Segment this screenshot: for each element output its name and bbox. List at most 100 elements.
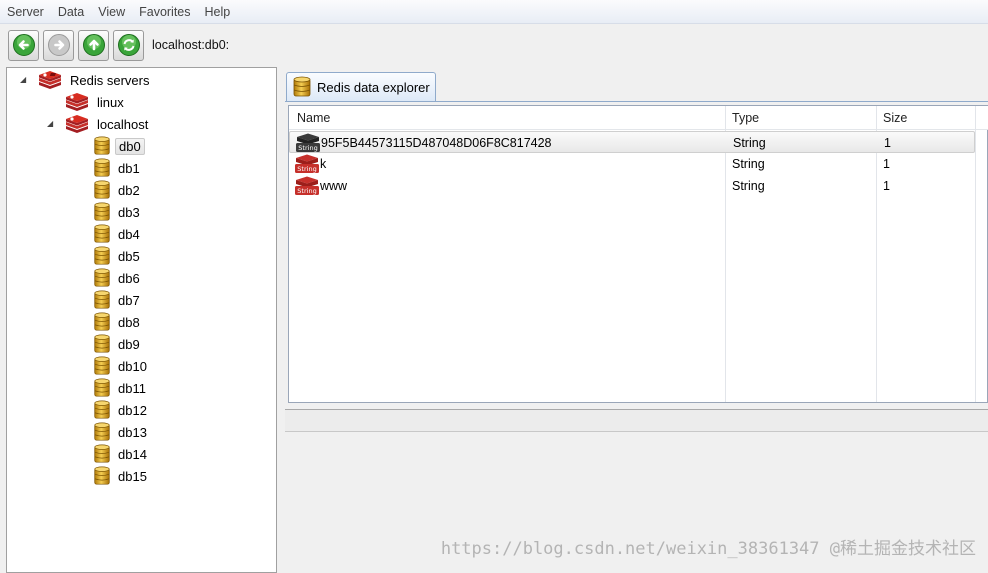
database-icon xyxy=(94,246,110,265)
column-header-name[interactable]: Name xyxy=(291,106,725,130)
tree-node-db10[interactable]: db10 xyxy=(93,355,150,377)
cell-size: 1 xyxy=(883,157,890,171)
database-icon xyxy=(94,180,110,199)
tree-node-localhost[interactable]: localhost xyxy=(64,113,151,135)
cell-size: 1 xyxy=(883,179,890,193)
database-icon xyxy=(94,158,110,177)
tree-label-db: db7 xyxy=(118,292,140,308)
tree-label-db: db11 xyxy=(118,380,146,396)
collapse-arrow-icon[interactable]: ◢ xyxy=(47,120,55,128)
tree-label-db: db4 xyxy=(118,226,140,242)
tree-node-db4[interactable]: db4 xyxy=(93,223,143,245)
tree-node-redis-servers[interactable]: Redis servers xyxy=(37,69,152,91)
back-button[interactable] xyxy=(8,29,39,61)
menu-bar: Server Data View Favorites Help xyxy=(0,0,988,24)
cell-size: 1 xyxy=(884,136,891,150)
refresh-button[interactable] xyxy=(113,29,144,61)
database-icon xyxy=(94,378,110,397)
tree-node-db7[interactable]: db7 xyxy=(93,289,143,311)
tree-label-db: db9 xyxy=(118,336,140,352)
tree-node-db13[interactable]: db13 xyxy=(93,421,150,443)
database-icon xyxy=(94,422,110,441)
tree-node-db3[interactable]: db3 xyxy=(93,201,143,223)
tree-node-db9[interactable]: db9 xyxy=(93,333,143,355)
tab-content: Name Type Size String 95F5B44573115D48704… xyxy=(285,101,988,405)
cell-type: String xyxy=(732,179,765,193)
arrow-right-icon xyxy=(47,34,70,56)
tree-label-db: db10 xyxy=(118,358,147,374)
tree-label-db: db8 xyxy=(118,314,140,330)
database-icon xyxy=(94,290,110,309)
tree-node-db11[interactable]: db11 xyxy=(93,377,149,399)
tree-node-db8[interactable]: db8 xyxy=(93,311,143,333)
table-row[interactable]: String www String 1 xyxy=(289,175,975,197)
collapse-arrow-icon[interactable]: ◢ xyxy=(20,76,28,84)
menu-data[interactable]: Data xyxy=(51,0,91,24)
tree-node-db15[interactable]: db15 xyxy=(93,465,150,487)
string-key-dark-icon: String xyxy=(296,133,320,152)
table-header: Name Type Size xyxy=(289,106,988,130)
tree-label-linux: linux xyxy=(97,94,124,110)
tree-node-db0[interactable]: db0 xyxy=(93,135,145,157)
tree-node-db2[interactable]: db2 xyxy=(93,179,143,201)
database-icon xyxy=(293,76,311,97)
tree-node-db12[interactable]: db12 xyxy=(93,399,150,421)
string-key-red-icon: String xyxy=(295,154,319,173)
tab-label: Redis data explorer xyxy=(317,79,430,95)
up-button[interactable] xyxy=(78,29,109,61)
redis-logo-icon xyxy=(39,71,61,89)
tree-label-db: db14 xyxy=(118,446,147,462)
tree-label-db: db13 xyxy=(118,424,147,440)
forward-button[interactable] xyxy=(43,29,74,61)
keys-table[interactable]: Name Type Size String 95F5B44573115D48704… xyxy=(288,105,988,403)
tab-redis-data-explorer[interactable]: Redis data explorer xyxy=(286,72,436,101)
database-icon xyxy=(94,268,110,287)
column-divider xyxy=(975,106,976,402)
redis-logo-icon xyxy=(66,93,88,111)
address-path: localhost:db0: xyxy=(152,38,230,52)
redis-logo-icon xyxy=(66,115,88,133)
menu-help[interactable]: Help xyxy=(198,0,238,24)
tree-label-db: db2 xyxy=(118,182,140,198)
column-header-type[interactable]: Type xyxy=(726,106,876,130)
tree-node-linux[interactable]: linux xyxy=(64,91,127,113)
tree-node-db5[interactable]: db5 xyxy=(93,245,143,267)
database-icon xyxy=(94,400,110,419)
tree-label-db: db12 xyxy=(118,402,147,418)
tree-label-db: db15 xyxy=(118,468,147,484)
tree-label-db: db3 xyxy=(118,204,140,220)
tree-label-localhost: localhost xyxy=(97,116,149,132)
database-icon xyxy=(94,356,110,375)
tree-label-db: db1 xyxy=(118,160,140,176)
database-icon xyxy=(94,312,110,331)
watermark: https://blog.csdn.net/weixin_38361347 @稀… xyxy=(440,539,976,559)
svg-text:String: String xyxy=(297,165,316,173)
cell-name: www xyxy=(320,179,348,193)
tree-node-db14[interactable]: db14 xyxy=(93,443,150,465)
svg-text:String: String xyxy=(297,187,316,195)
tree-label-root: Redis servers xyxy=(70,72,150,88)
menu-server[interactable]: Server xyxy=(0,0,51,24)
tree-node-db1[interactable]: db1 xyxy=(93,157,143,179)
string-key-red-icon: String xyxy=(295,176,319,195)
cell-name: 95F5B44573115D487048D06F8C817428 xyxy=(321,136,552,150)
database-icon xyxy=(94,224,110,243)
cell-type: String xyxy=(733,136,766,150)
server-tree[interactable]: ◢ Redis servers linux ◢ localhost db0 db… xyxy=(6,67,277,573)
value-panel-header xyxy=(285,410,988,432)
svg-text:String: String xyxy=(298,144,317,152)
column-header-size[interactable]: Size xyxy=(877,106,975,130)
tree-label-db: db6 xyxy=(118,270,140,286)
arrow-left-icon xyxy=(12,34,35,56)
database-icon xyxy=(94,444,110,463)
table-row[interactable]: String 95F5B44573115D487048D06F8C817428 St… xyxy=(289,131,975,153)
database-icon xyxy=(94,202,110,221)
toolbar: localhost:db0: xyxy=(0,25,988,65)
menu-favorites[interactable]: Favorites xyxy=(132,0,197,24)
tree-node-db6[interactable]: db6 xyxy=(93,267,143,289)
table-row[interactable]: String k String 1 xyxy=(289,153,975,175)
refresh-icon xyxy=(117,34,140,56)
menu-view[interactable]: View xyxy=(91,0,132,24)
database-icon xyxy=(94,136,110,155)
cell-name: k xyxy=(320,157,327,171)
